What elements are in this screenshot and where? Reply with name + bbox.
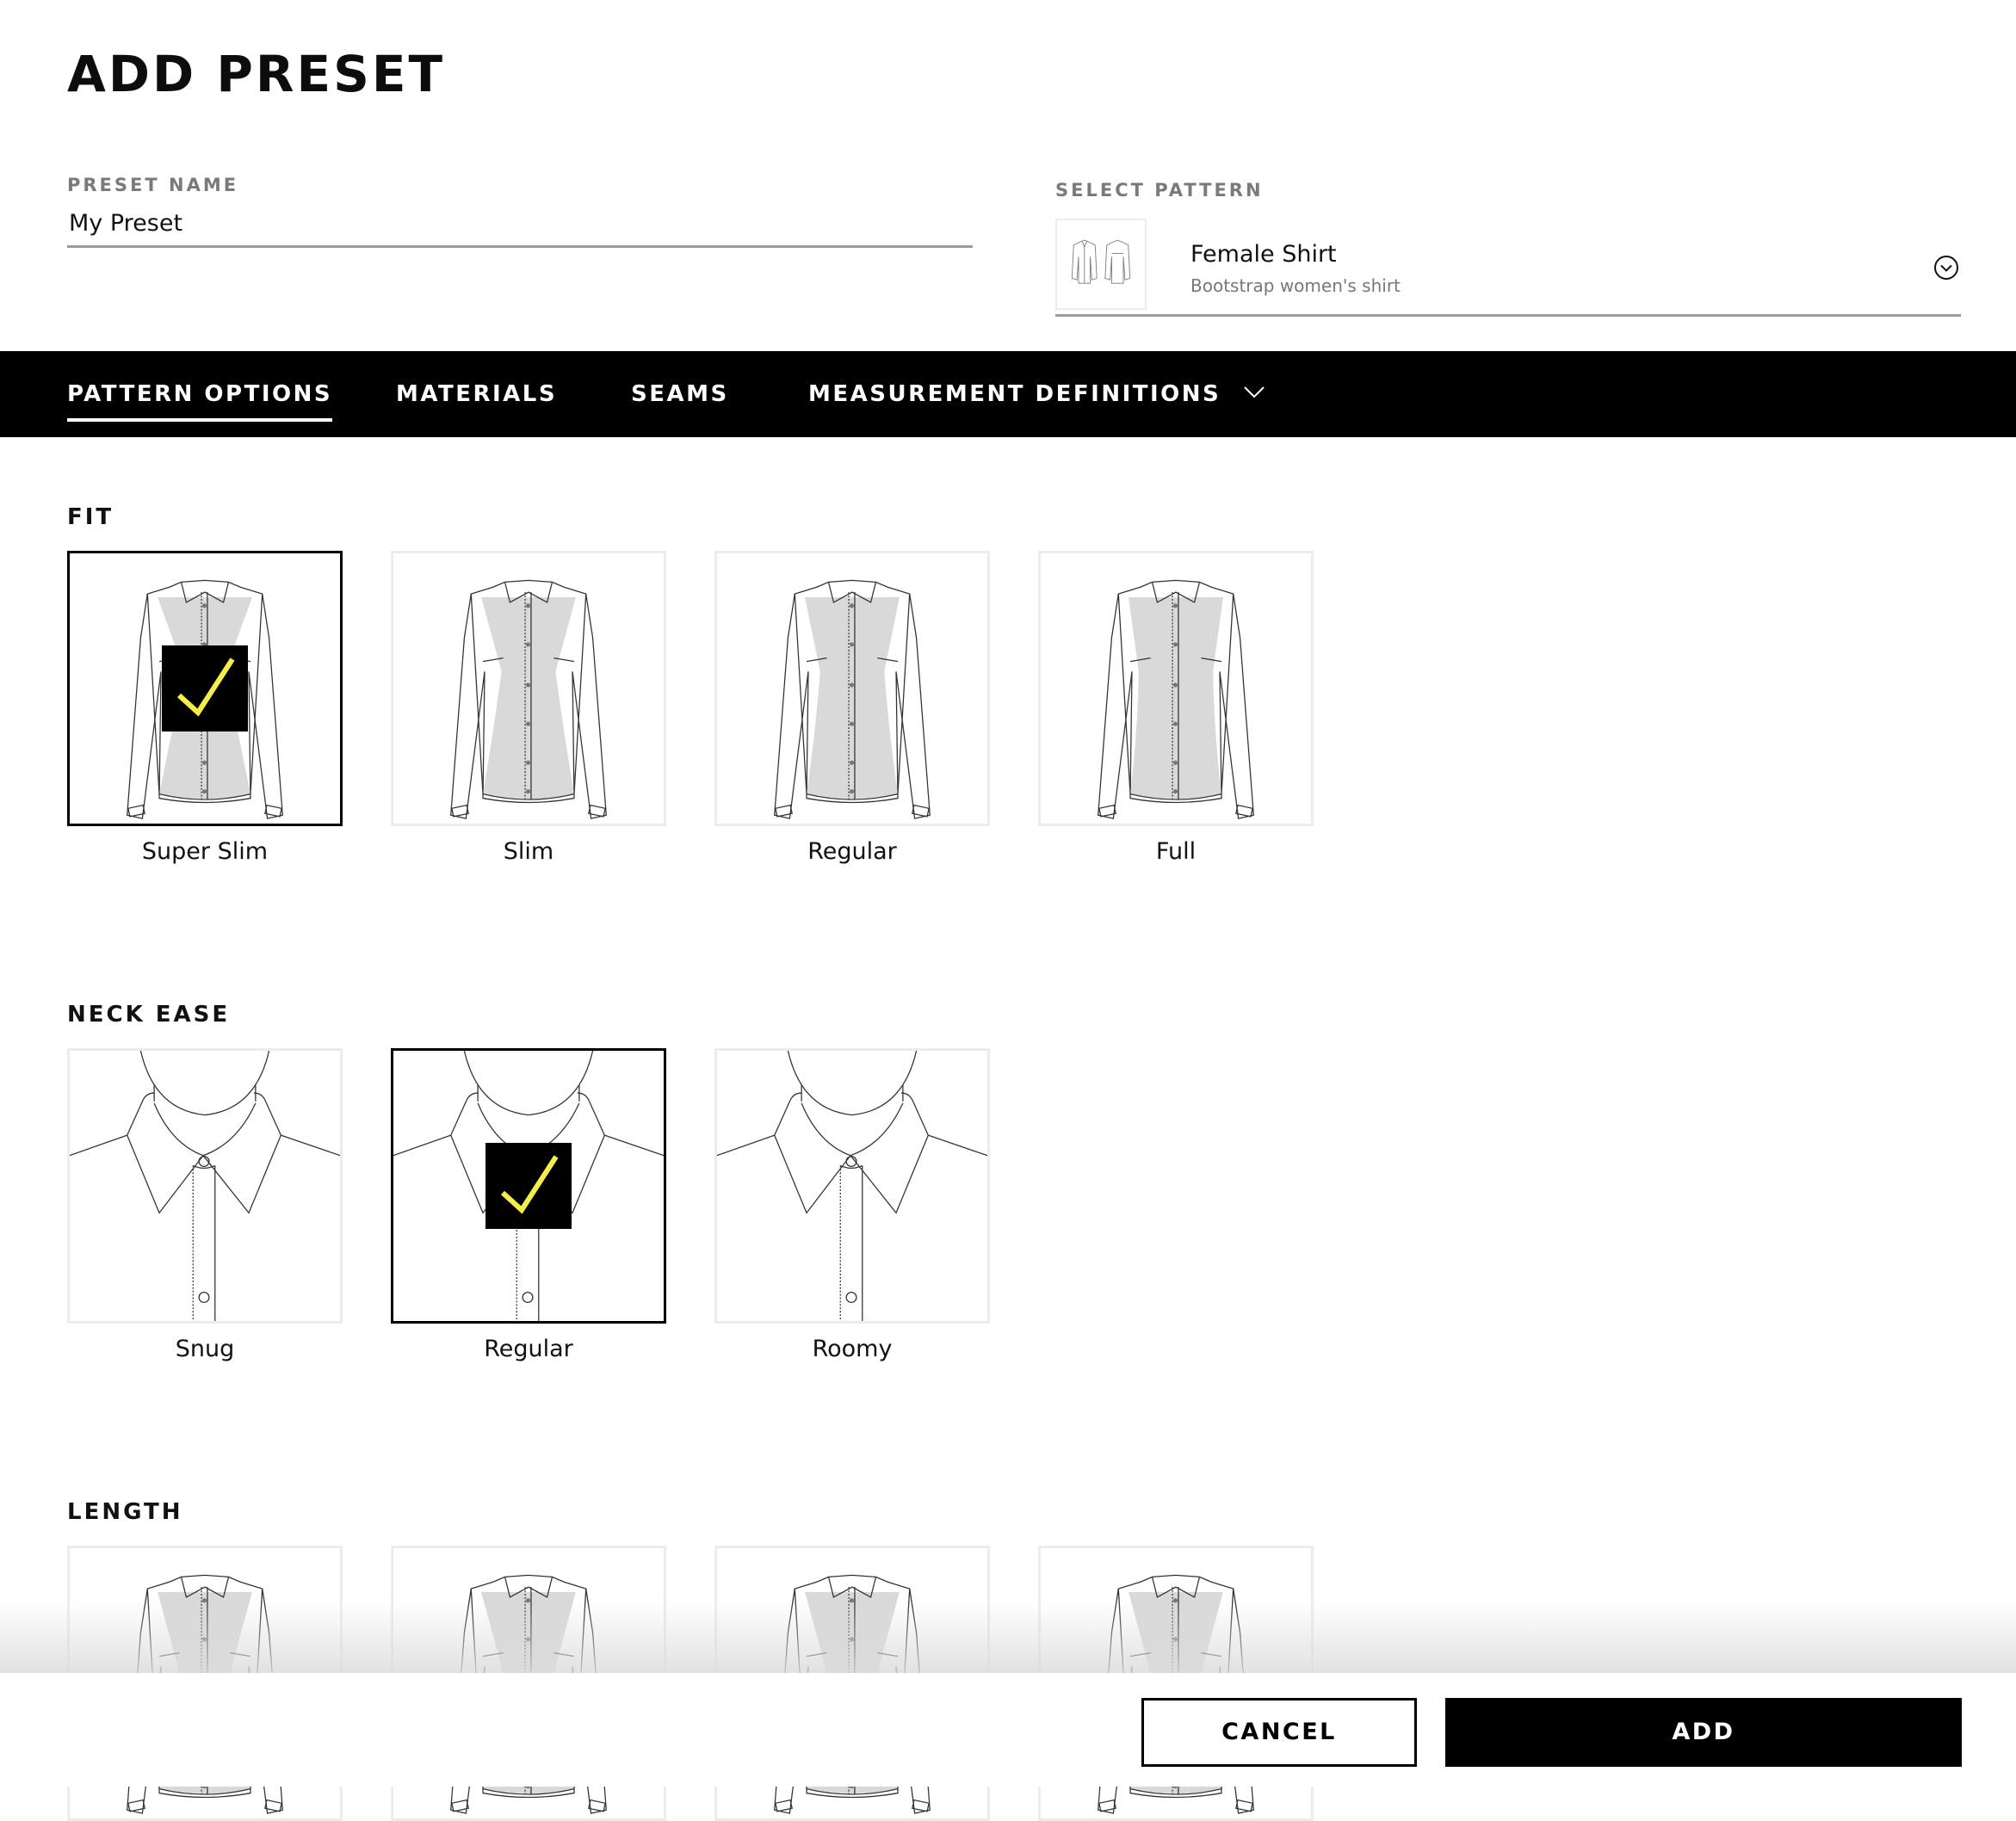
- tab-label: SEAMS: [631, 381, 729, 407]
- chevron-down-icon: [1244, 386, 1265, 398]
- tab-label: MEASUREMENT DEFINITIONS: [808, 381, 1221, 407]
- cancel-button[interactable]: CANCEL: [1141, 1698, 1417, 1767]
- selected-check-badge: [485, 1143, 572, 1229]
- preset-name-input[interactable]: [67, 201, 973, 248]
- section-title-neck-ease: NECK EASE: [67, 1002, 231, 1028]
- option-label: Slim: [503, 838, 554, 865]
- option-card: [67, 1048, 343, 1324]
- neck-ease-option-roomy[interactable]: Roomy: [714, 1048, 990, 1362]
- option-card: [1038, 551, 1314, 826]
- option-label: Regular: [807, 838, 897, 865]
- pattern-description: Bootstrap women's shirt: [1190, 275, 1401, 296]
- neck-ease-option-snug[interactable]: Snug: [67, 1048, 343, 1362]
- shirt-full-icon: [1098, 579, 1254, 819]
- tab-materials[interactable]: MATERIALS: [396, 351, 557, 437]
- option-label: Super Slim: [141, 838, 269, 865]
- tab-pattern-options[interactable]: PATTERN OPTIONS: [67, 351, 333, 437]
- fit-option-slim[interactable]: Slim: [391, 551, 666, 865]
- dialog-footer: CANCEL ADD: [0, 1673, 2016, 1787]
- collar-closeup-icon: [717, 1051, 987, 1321]
- chevron-down-circle-icon[interactable]: [1933, 255, 1959, 281]
- tab-label: PATTERN OPTIONS: [67, 381, 333, 407]
- section-title-length: LENGTH: [67, 1499, 183, 1525]
- fit-option-full[interactable]: Full: [1038, 551, 1314, 865]
- fit-option-super-slim[interactable]: Super Slim: [67, 551, 343, 865]
- selected-check-badge: [162, 645, 248, 731]
- checkmark-icon: [176, 657, 235, 717]
- option-card: [391, 1048, 666, 1324]
- preset-name-label: PRESET NAME: [67, 175, 239, 195]
- option-card: [67, 551, 343, 826]
- neck-ease-option-regular[interactable]: Regular: [391, 1048, 666, 1362]
- fit-option-regular[interactable]: Regular: [714, 551, 990, 865]
- shirt-full-icon: [774, 579, 931, 819]
- checkmark-icon: [500, 1155, 559, 1214]
- option-card: [714, 551, 990, 826]
- option-label: Full: [1155, 838, 1197, 865]
- page-title: ADD PRESET: [67, 45, 446, 103]
- select-pattern-label: SELECT PATTERN: [1055, 180, 1264, 201]
- option-label: Snug: [175, 1336, 235, 1362]
- pattern-name: Female Shirt: [1190, 241, 1337, 268]
- pattern-select-dropdown[interactable]: Female Shirt Bootstrap women's shirt: [1055, 219, 1961, 317]
- option-card: [714, 1048, 990, 1324]
- add-button[interactable]: ADD: [1445, 1698, 1962, 1767]
- shirt-full-icon: [450, 579, 607, 819]
- shirt-front-back-icon: [1055, 219, 1147, 310]
- tab-label: MATERIALS: [396, 381, 558, 407]
- option-card: [391, 551, 666, 826]
- option-label: Roomy: [812, 1336, 893, 1362]
- option-label: Regular: [484, 1336, 573, 1362]
- tab-measurement-definitions[interactable]: MEASUREMENT DEFINITIONS: [808, 351, 1265, 437]
- tab-bar: PATTERN OPTIONS MATERIALS SEAMS MEASUREM…: [0, 351, 2016, 437]
- section-title-fit: FIT: [67, 504, 114, 530]
- collar-closeup-icon: [70, 1051, 340, 1321]
- tab-seams[interactable]: SEAMS: [631, 351, 729, 437]
